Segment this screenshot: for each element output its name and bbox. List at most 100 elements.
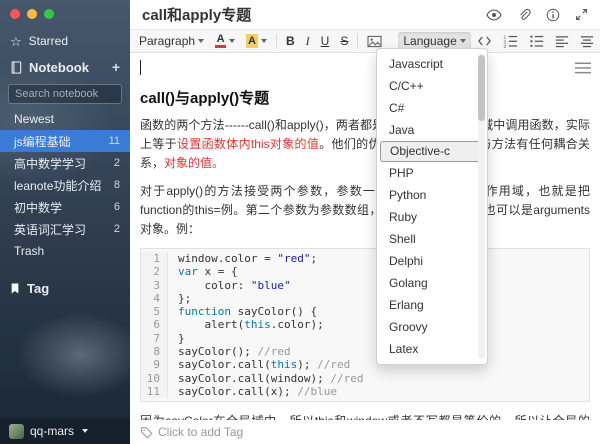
- ordered-list-button[interactable]: 1 2 3: [498, 32, 523, 50]
- code-icon: [477, 35, 492, 47]
- bold-button[interactable]: B: [281, 32, 300, 50]
- image-icon: [367, 35, 382, 48]
- fullscreen-icon[interactable]: [575, 8, 588, 21]
- notebook-item[interactable]: 高中数学学习2: [0, 152, 130, 174]
- notebook-item[interactable]: 英语词汇学习 2: [0, 218, 130, 240]
- notebook-label: leanote功能介绍: [14, 177, 101, 194]
- note-title[interactable]: call和apply专题: [142, 4, 251, 25]
- eye-icon[interactable]: [486, 9, 502, 21]
- code-line: 1window.color = "red";: [141, 252, 589, 265]
- align-left-button[interactable]: [550, 33, 574, 50]
- sidebar-item-notebook[interactable]: Notebook +: [0, 55, 130, 79]
- paragraph-format-dropdown[interactable]: Paragraph: [134, 32, 209, 50]
- minimize-button[interactable]: [27, 9, 37, 19]
- language-option[interactable]: Delphi: [377, 250, 487, 272]
- language-option[interactable]: Latex: [377, 338, 487, 360]
- language-option[interactable]: Groovy: [377, 316, 487, 338]
- note-header: call和apply专题: [130, 0, 600, 30]
- language-option[interactable]: Erlang: [377, 294, 487, 316]
- highlight-color-button[interactable]: A: [241, 32, 272, 50]
- language-option[interactable]: Objective-c: [380, 141, 484, 162]
- trash-label: Trash: [14, 244, 44, 258]
- sidebar-item-tag[interactable]: Tag: [0, 276, 130, 300]
- italic-button[interactable]: I: [301, 32, 315, 50]
- window-controls: [0, 0, 130, 19]
- sidebar-item-starred[interactable]: ☆ Starred: [0, 29, 130, 53]
- notebook-count: 8: [114, 179, 120, 191]
- bookmark-icon: [10, 282, 20, 295]
- align-left-icon: [555, 35, 569, 48]
- align-center-button[interactable]: [575, 33, 599, 50]
- language-option[interactable]: Javascript: [377, 53, 487, 75]
- ordered-list-icon: 1 2 3: [503, 34, 518, 48]
- attachment-icon[interactable]: [517, 8, 531, 22]
- strikethrough-button[interactable]: S: [335, 32, 353, 50]
- menu-handle-icon[interactable]: [575, 62, 591, 74]
- code-block-button[interactable]: [472, 33, 497, 49]
- dropdown-scrollbar[interactable]: [478, 54, 485, 359]
- sidebar-item-newest[interactable]: Newest: [0, 108, 130, 130]
- tag-icon: [140, 426, 153, 439]
- code-line: 2var x = {: [141, 265, 589, 278]
- code-line: 3 color: "blue": [141, 279, 589, 292]
- notebook-label: 初中数学: [14, 199, 62, 216]
- divider: [357, 34, 358, 49]
- language-option[interactable]: Shell: [377, 228, 487, 250]
- notebook-item[interactable]: js编程基础11: [0, 130, 130, 152]
- close-button[interactable]: [10, 9, 20, 19]
- notebook-item[interactable]: 初中数学6: [0, 196, 130, 218]
- language-option[interactable]: C/C++: [377, 75, 487, 97]
- unordered-list-button[interactable]: [524, 32, 549, 50]
- language-option[interactable]: C#: [377, 97, 487, 119]
- line-number: 7: [141, 332, 168, 345]
- add-notebook-icon[interactable]: +: [112, 61, 120, 73]
- line-number: 6: [141, 318, 168, 331]
- insert-image-button[interactable]: [362, 33, 387, 50]
- avatar: [9, 424, 24, 439]
- info-icon[interactable]: [546, 8, 560, 22]
- user-menu[interactable]: qq-mars: [0, 418, 130, 444]
- notebook-count: 11: [109, 135, 120, 147]
- sidebar: ☆ Starred Notebook + Newest js编程基础11高中数学…: [0, 0, 130, 444]
- language-option[interactable]: Java: [377, 119, 487, 141]
- note-footer: Click to add Tag: [130, 420, 600, 444]
- zoom-button[interactable]: [44, 9, 54, 19]
- add-tag-label[interactable]: Click to add Tag: [158, 425, 243, 439]
- code-line: 6 alert(this.color);: [141, 318, 589, 331]
- sidebar-item-trash[interactable]: Trash: [0, 240, 130, 262]
- scrollbar-thumb[interactable]: [478, 55, 485, 121]
- newest-label: Newest: [14, 112, 54, 126]
- code-line: 7}: [141, 332, 589, 345]
- star-icon: ☆: [10, 35, 22, 48]
- notebook-label: 高中数学学习: [14, 155, 86, 172]
- notebook-search: [0, 79, 130, 108]
- chevron-down-icon: [229, 39, 235, 43]
- code-line: 4};: [141, 292, 589, 305]
- language-options: JavascriptC/C++C#JavaObjective-cPHPPytho…: [377, 53, 487, 360]
- notebook-label: 英语词汇学习: [14, 221, 86, 238]
- notebook-item[interactable]: leanote功能介绍 8: [0, 174, 130, 196]
- header-actions: [486, 8, 588, 22]
- language-option[interactable]: Golang: [377, 272, 487, 294]
- unordered-list-icon: [529, 34, 544, 48]
- language-option[interactable]: Python: [377, 184, 487, 206]
- line-number: 9: [141, 358, 168, 371]
- font-color-button[interactable]: A: [210, 32, 240, 50]
- editor-content[interactable]: call()与apply()专题 函数的两个方法------call()和app…: [130, 54, 600, 420]
- language-dropdown-menu: JavascriptC/C++C#JavaObjective-cPHPPytho…: [376, 48, 488, 365]
- language-option[interactable]: PHP: [377, 162, 487, 184]
- code-line: 5function sayColor() {: [141, 305, 589, 318]
- line-number: 2: [141, 265, 168, 278]
- editor-toolbar: Paragraph A A B I U S Language 1 2: [130, 30, 600, 53]
- line-number: 4: [141, 292, 168, 305]
- notebook-list: js编程基础11高中数学学习2 leanote功能介绍 8 初中数学6 英语词汇学习 2: [0, 130, 130, 240]
- language-option[interactable]: Ruby: [377, 206, 487, 228]
- line-number: 5: [141, 305, 168, 318]
- line-number: 1: [141, 252, 168, 265]
- notebook-count: 2: [114, 223, 120, 235]
- code-block[interactable]: 1window.color = "red";2var x = {3 color:…: [140, 248, 590, 402]
- svg-text:3: 3: [503, 44, 506, 48]
- search-input[interactable]: [8, 84, 122, 104]
- underline-button[interactable]: U: [316, 32, 335, 50]
- red-swatch: [215, 45, 226, 48]
